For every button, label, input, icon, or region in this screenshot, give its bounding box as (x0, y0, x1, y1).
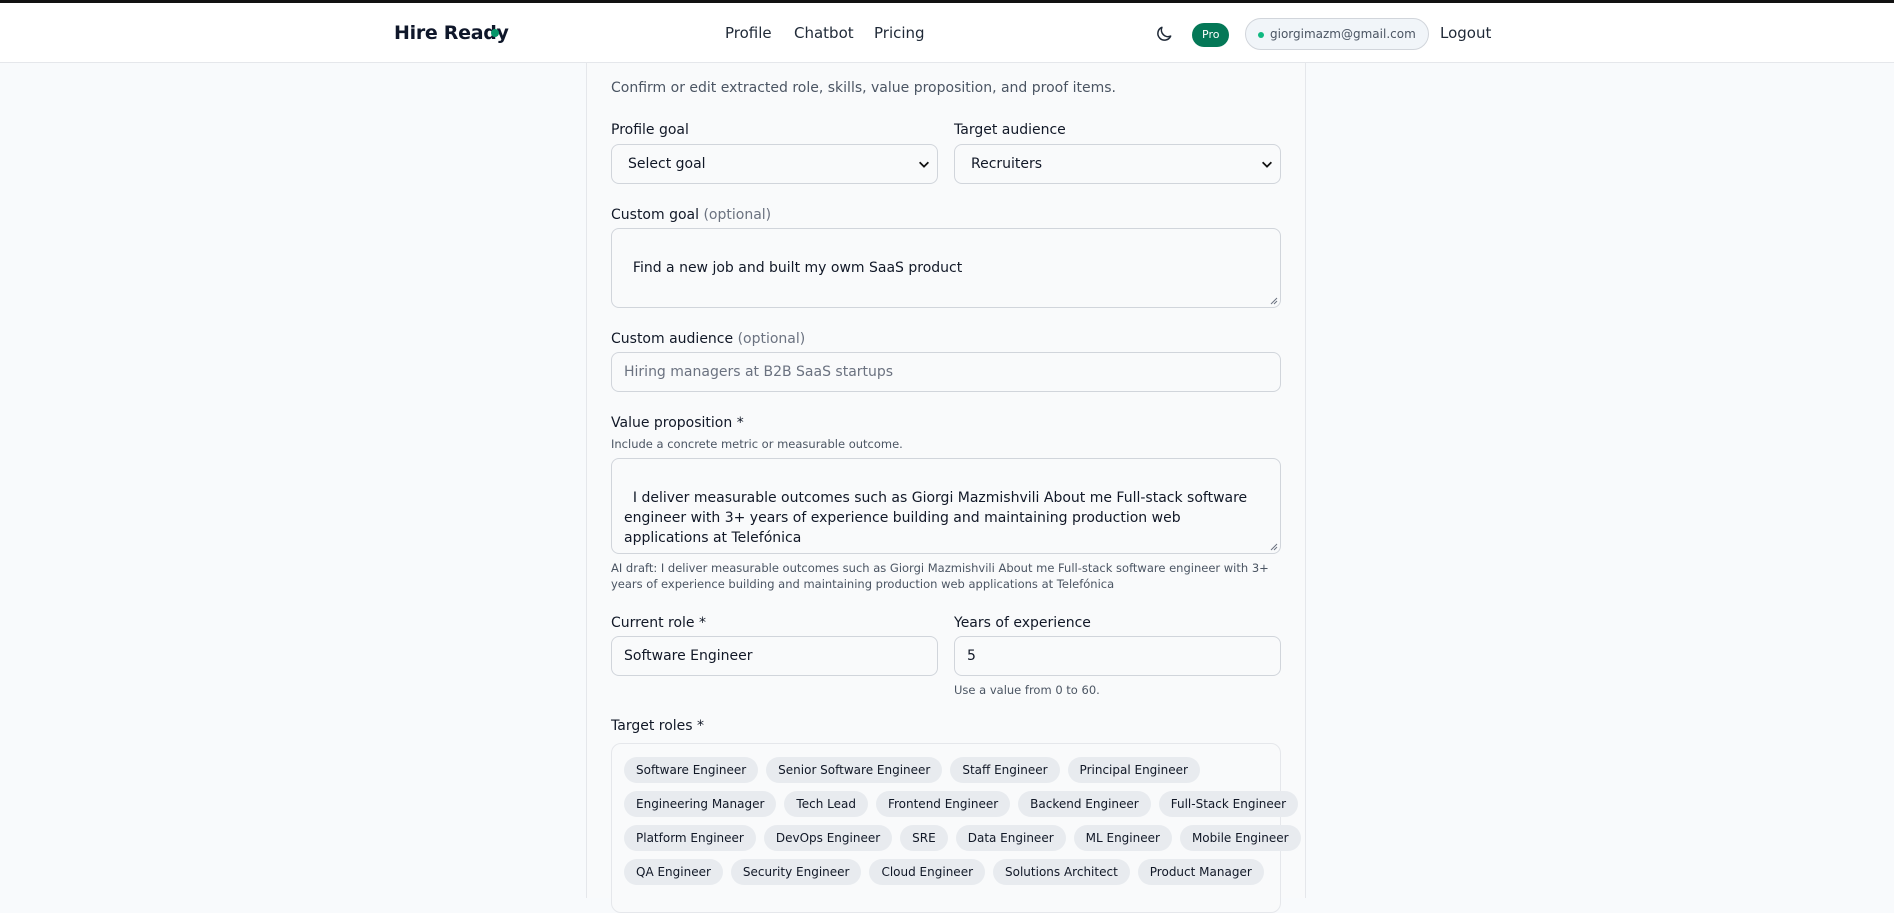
current-role-value: Software Engineer (624, 648, 753, 664)
online-status-dot (1258, 32, 1264, 38)
role-tag[interactable]: ML Engineer (1073, 825, 1172, 851)
account-email-pill[interactable]: giorgimazm@gmail.com (1245, 18, 1429, 50)
role-tag[interactable]: Solutions Architect (993, 859, 1130, 885)
custom-audience-input[interactable]: Hiring managers at B2B SaaS startups (611, 352, 1281, 392)
custom-audience-label: Custom audience (optional) (611, 331, 805, 347)
resize-handle-icon[interactable] (1270, 543, 1278, 551)
chevron-down-icon (1262, 161, 1272, 168)
form-description: Confirm or edit extracted role, skills, … (611, 80, 1116, 96)
role-tag[interactable]: QA Engineer (624, 859, 723, 885)
pro-badge: Pro (1192, 23, 1230, 47)
value-proposition-value: I deliver measurable outcomes such as Gi… (624, 490, 1252, 546)
role-tag[interactable]: Frontend Engineer (875, 791, 1011, 817)
role-tag[interactable]: Principal Engineer (1067, 757, 1200, 783)
role-tag[interactable]: DevOps Engineer (763, 825, 893, 851)
custom-audience-optional: (optional) (737, 331, 806, 347)
role-tag[interactable]: Backend Engineer (1018, 791, 1151, 817)
value-proposition-ai-draft: AI draft: I deliver measurable outcomes … (611, 561, 1269, 591)
custom-goal-label: Custom goal (optional) (611, 207, 771, 223)
nav-chatbot[interactable]: Chatbot (794, 24, 854, 42)
value-proposition-label: Value proposition * (611, 415, 744, 431)
moon-icon[interactable] (1154, 24, 1174, 44)
years-experience-value: 5 (967, 648, 976, 664)
role-tag[interactable]: Engineering Manager (624, 791, 777, 817)
role-tag[interactable]: Platform Engineer (624, 825, 756, 851)
custom-audience-placeholder: Hiring managers at B2B SaaS startups (624, 364, 894, 380)
role-tag[interactable]: Product Manager (1137, 859, 1264, 885)
role-tag[interactable]: Senior Software Engineer (766, 757, 943, 783)
current-role-input[interactable]: Software Engineer (611, 636, 938, 676)
years-experience-hint: Use a value from 0 to 60. (954, 683, 1100, 697)
custom-goal-label-text: Custom goal (611, 207, 700, 223)
value-proposition-textarea[interactable]: I deliver measurable outcomes such as Gi… (611, 458, 1281, 554)
role-tag[interactable]: Full-Stack Engineer (1158, 791, 1299, 817)
nav-pricing[interactable]: Pricing (874, 24, 925, 42)
role-tag[interactable]: Cloud Engineer (869, 859, 986, 885)
custom-audience-label-text: Custom audience (611, 331, 734, 347)
value-proposition-hint: Include a concrete metric or measurable … (611, 437, 903, 451)
chevron-down-icon (919, 161, 929, 168)
resize-handle-icon[interactable] (1270, 297, 1278, 305)
role-tag[interactable]: Software Engineer (624, 757, 759, 783)
profile-goal-label: Profile goal (611, 122, 689, 138)
profile-goal-select[interactable]: Select goal (611, 144, 938, 184)
target-audience-select[interactable]: Recruiters (954, 144, 1281, 184)
role-tag[interactable]: Mobile Engineer (1179, 825, 1301, 851)
account-email: giorgimazm@gmail.com (1270, 27, 1416, 41)
profile-goal-value: Select goal (628, 156, 706, 172)
top-navbar: Hire Ready Profile Chatbot Pricing Pro g… (0, 3, 1894, 63)
target-roles-label: Target roles * (611, 718, 705, 734)
current-role-label: Current role * (611, 615, 706, 631)
brand-status-dot (491, 29, 499, 37)
nav-profile[interactable]: Profile (725, 24, 772, 42)
custom-goal-optional: (optional) (703, 207, 772, 223)
role-tag[interactable]: Data Engineer (955, 825, 1066, 851)
role-tag[interactable]: SRE (900, 825, 948, 851)
target-audience-value: Recruiters (971, 156, 1043, 172)
custom-goal-value: Find a new job and built my owm SaaS pro… (632, 260, 963, 276)
custom-goal-textarea[interactable]: Find a new job and built my owm SaaS pro… (611, 228, 1281, 308)
logout-button[interactable]: Logout (1440, 24, 1491, 42)
years-experience-input[interactable]: 5 (954, 636, 1281, 676)
years-experience-label: Years of experience (954, 615, 1091, 631)
role-tag[interactable]: Security Engineer (730, 859, 862, 885)
target-audience-label: Target audience (954, 122, 1066, 138)
role-tag[interactable]: Tech Lead (784, 791, 868, 817)
target-roles-tags: Software Engineer Senior Software Engine… (611, 743, 1301, 913)
role-tag[interactable]: Staff Engineer (950, 757, 1060, 783)
